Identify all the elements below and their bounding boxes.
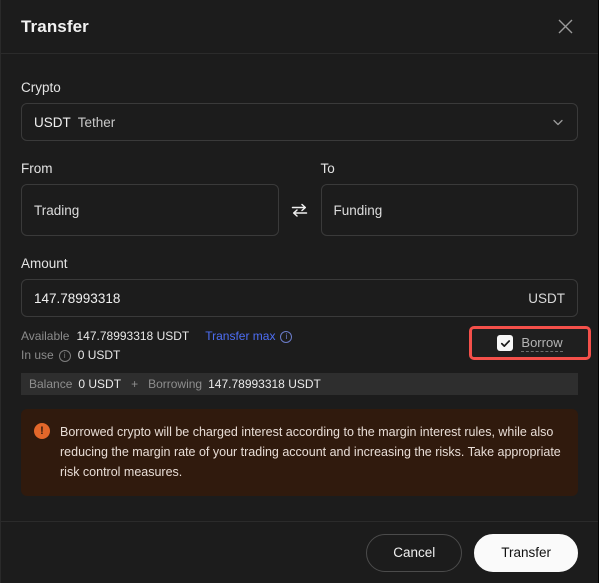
close-icon[interactable]: [552, 14, 578, 40]
borrow-control[interactable]: Borrow: [497, 335, 563, 352]
warning-text: Borrowed crypto will be charged interest…: [60, 425, 561, 479]
transfer-max-info-icon[interactable]: i: [280, 330, 293, 343]
crypto-name: Tether: [77, 114, 116, 130]
in-use-info-icon[interactable]: i: [58, 349, 71, 362]
amount-input-wrapper: USDT: [21, 279, 578, 317]
plus-sign: +: [131, 377, 139, 391]
swap-arrows-icon[interactable]: [279, 184, 321, 236]
cancel-button[interactable]: Cancel: [366, 533, 463, 572]
in-use-value: 0 USDT: [77, 348, 121, 362]
borrow-checkbox[interactable]: [497, 335, 514, 351]
crypto-symbol: USDT: [34, 114, 71, 130]
balance-value: 0 USDT: [78, 377, 122, 391]
borrow-warning-banner: ! Borrowed crypto will be charged intere…: [21, 409, 578, 496]
modal-header: Transfer: [1, 0, 598, 54]
borrowing-label: Borrowing: [148, 377, 203, 391]
crypto-label: Crypto: [21, 80, 61, 95]
balance-label: Balance: [29, 377, 73, 391]
borrow-label[interactable]: Borrow: [521, 335, 563, 352]
from-column: From Trading: [21, 161, 279, 236]
from-account-select[interactable]: Trading: [21, 184, 279, 236]
in-use-label: In use: [21, 348, 54, 362]
amount-group: Amount USDT Available 147.78993318 USDT …: [21, 256, 591, 496]
crypto-select[interactable]: USDT Tether: [21, 103, 578, 141]
modal-body: Crypto USDT Tether From Trading To Fundi…: [1, 54, 598, 521]
transfer-modal: Transfer Crypto USDT Tether From Trading…: [0, 0, 599, 583]
amount-unit: USDT: [528, 290, 565, 306]
available-label: Available: [21, 329, 70, 343]
from-to-group: From Trading To Funding: [21, 161, 578, 236]
amount-input[interactable]: [34, 290, 521, 306]
amount-meta: Available 147.78993318 USDT Transfer max…: [21, 326, 591, 365]
borrow-highlight-box: Borrow: [469, 326, 591, 360]
warning-exclamation-icon: !: [34, 423, 50, 439]
borrowing-value: 147.78993318 USDT: [208, 377, 321, 391]
amount-label: Amount: [21, 256, 68, 271]
transfer-max-link[interactable]: Transfer max: [205, 327, 275, 346]
from-label: From: [21, 161, 53, 176]
to-column: To Funding: [320, 161, 578, 236]
to-label: To: [320, 161, 335, 176]
crypto-field-group: Crypto USDT Tether: [21, 80, 578, 141]
to-account-select[interactable]: Funding: [320, 184, 578, 236]
transfer-button[interactable]: Transfer: [474, 533, 578, 572]
modal-footer: Cancel Transfer: [1, 521, 598, 583]
available-value: 147.78993318 USDT: [76, 329, 190, 343]
chevron-down-icon: [551, 115, 565, 129]
page-title: Transfer: [21, 16, 89, 36]
balance-breakdown-strip: Balance 0 USDT + Borrowing 147.78993318 …: [21, 373, 578, 395]
